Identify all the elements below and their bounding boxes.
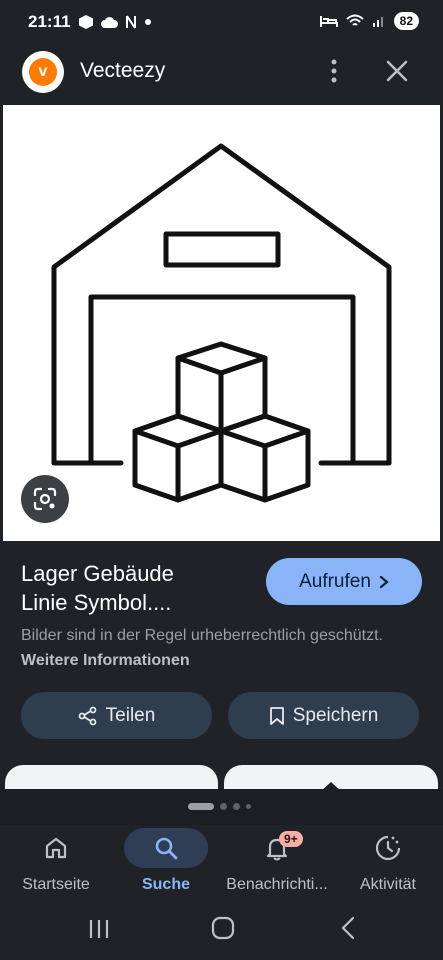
vecteezy-logo-icon: v <box>29 58 57 86</box>
status-system-icons: 82 <box>319 12 419 30</box>
page-dot-active <box>188 803 214 810</box>
search-icon <box>155 837 178 860</box>
home-button-icon[interactable] <box>211 916 235 940</box>
share-button[interactable]: Teilen <box>21 692 212 739</box>
warehouse-line-icon <box>51 143 392 503</box>
open-button[interactable]: Aufrufen <box>266 558 422 605</box>
nav-label-notifications: Benachrichti... <box>226 876 328 893</box>
save-button[interactable]: Speichern <box>228 692 419 739</box>
wifi-icon <box>345 14 364 26</box>
status-notification-icons <box>78 13 152 31</box>
preview-image[interactable] <box>3 105 440 541</box>
notification-badge: 9+ <box>279 831 303 847</box>
result-title: Lager Gebäude Linie Symbol.... <box>21 559 251 617</box>
nav-icon-container <box>346 828 430 868</box>
cloud-icon <box>101 17 118 28</box>
bookmark-icon <box>269 706 284 725</box>
system-navigation-bar <box>0 905 443 960</box>
bed-mode-icon <box>319 16 338 27</box>
page-dot <box>233 803 240 810</box>
nav-item-notifications[interactable]: 9+ Benachrichti... <box>222 828 332 900</box>
nav-icon-container: 9+ <box>235 828 319 868</box>
app-title: Vecteezy <box>80 59 166 82</box>
cube-app-icon <box>79 15 93 29</box>
copyright-text: Bilder sind in der Regel urheberrechtlic… <box>21 627 383 644</box>
nav-label-home: Startseite <box>22 876 90 893</box>
app-logo: v <box>22 51 64 93</box>
activity-icon <box>375 835 401 861</box>
nav-label-activity: Aktivität <box>359 876 416 893</box>
share-icon <box>78 706 97 725</box>
more-info-link[interactable]: Weitere Informationen <box>21 652 190 669</box>
nav-icon-container <box>14 828 98 868</box>
nav-item-activity[interactable]: Aktivität <box>333 828 443 900</box>
result-title-line2: Linie Symbol.... <box>21 590 172 615</box>
open-button-label: Aufrufen <box>299 570 371 592</box>
caret-up-icon <box>320 782 342 792</box>
more-options-icon[interactable] <box>322 58 346 84</box>
back-icon[interactable] <box>339 916 357 940</box>
page-dot <box>220 803 227 810</box>
battery-indicator: 82 <box>393 12 419 30</box>
nav-icon-container <box>124 828 208 868</box>
nav-label-search: Suche <box>141 876 190 893</box>
result-title-line1: Lager Gebäude <box>21 561 174 586</box>
status-bar: 21:11 82 <box>0 0 443 44</box>
chevron-right-icon <box>379 575 389 588</box>
nav-item-search[interactable]: Suche <box>111 828 221 900</box>
save-label: Speichern <box>292 704 379 726</box>
share-label: Teilen <box>105 704 156 726</box>
page-dot <box>246 804 251 809</box>
nfc-icon <box>126 15 136 29</box>
lens-camera-icon <box>33 487 57 511</box>
carousel-page-indicator <box>188 803 251 810</box>
lens-search-button[interactable] <box>21 475 69 523</box>
home-icon <box>45 837 67 859</box>
recent-apps-icon[interactable] <box>88 918 110 940</box>
dot-icon <box>145 19 151 25</box>
close-icon[interactable] <box>384 58 410 84</box>
nav-item-home[interactable]: Startseite <box>1 828 111 900</box>
signal-icon <box>372 17 383 27</box>
copyright-notice: Bilder sind in der Regel urheberrechtlic… <box>21 623 421 673</box>
status-time: 21:11 <box>28 12 71 31</box>
